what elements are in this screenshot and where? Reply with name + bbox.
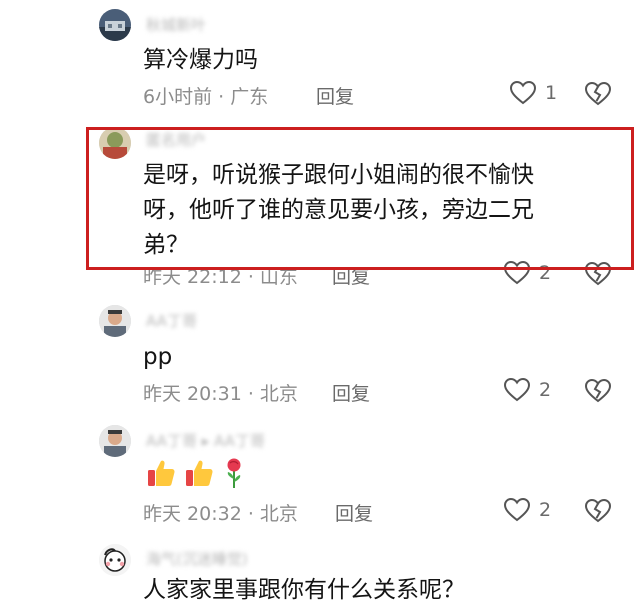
reply-button[interactable]: 回复 [316,82,354,109]
reply-button[interactable]: 回复 [335,499,373,526]
broken-heart-icon[interactable] [584,261,612,287]
comment-meta: 6小时前 · 广东 [143,86,269,108]
avatar[interactable] [99,127,131,159]
broken-heart-icon[interactable] [584,378,612,404]
comment-text-line: 是呀，听说猴子跟何小姐闹的很不愉快 [143,162,534,188]
rose-icon [227,458,241,488]
comment-text-line: 弟？ [143,232,189,258]
username[interactable]: 秋城新叶 [146,14,206,35]
comment-text-line: 呀，他听了谁的意见要小孩，旁边二兄 [143,197,534,223]
like-count: 2 [539,262,552,284]
comment-text: pp [143,344,173,370]
comment-meta: 昨天 22:12 · 山东 [143,266,298,288]
thumbs-up-icon [186,460,213,486]
comment-item: 秋城新叶 算冷爆力吗 6小时前 · 广东 回复 1 [0,0,640,120]
like-button[interactable]: 2 [503,260,551,286]
reply-button[interactable]: 回复 [332,379,370,406]
heart-icon [503,497,531,522]
avatar[interactable] [99,305,131,337]
comment-item: 海气(沉迷睡觉) 人家家里事跟你有什么关系呢？ [0,540,640,611]
like-button[interactable]: 2 [503,377,551,403]
avatar[interactable] [99,9,131,41]
avatar[interactable] [99,544,131,576]
username[interactable]: AA丁哥 ▸ AA丁哥 [146,430,265,451]
username[interactable]: 海气(沉迷睡觉) [146,548,248,569]
emoji-row [145,457,255,491]
comment-meta: 昨天 20:31 · 北京 [143,383,298,405]
like-count: 2 [539,379,552,401]
username[interactable]: AA丁哥 [146,310,197,331]
like-count: 1 [545,82,558,104]
comment-meta: 昨天 20:32 · 北京 [143,503,298,525]
avatar[interactable] [99,425,131,457]
like-count: 2 [539,499,552,521]
like-button[interactable]: 1 [509,80,557,106]
comment-text: 人家家里事跟你有什么关系呢？ [143,577,465,603]
comment-item: 匿名用户 是呀，听说猴子跟何小姐闹的很不愉快 呀，他听了谁的意见要小孩，旁边二兄… [0,120,640,300]
thumbs-up-icon [148,460,175,486]
username[interactable]: 匿名用户 [146,129,206,150]
broken-heart-icon[interactable] [584,81,612,107]
comment-text: 算冷爆力吗 [143,47,258,73]
heart-icon [503,377,531,402]
heart-icon [503,260,531,285]
comment-item: AA丁哥 ▸ AA丁哥 昨天 20:32 · 北京 回复 2 [0,420,640,540]
reply-button[interactable]: 回复 [332,262,370,289]
comment-item: AA丁哥 pp 昨天 20:31 · 北京 回复 2 [0,300,640,420]
broken-heart-icon[interactable] [584,498,612,524]
like-button[interactable]: 2 [503,497,551,523]
heart-icon [509,80,537,105]
